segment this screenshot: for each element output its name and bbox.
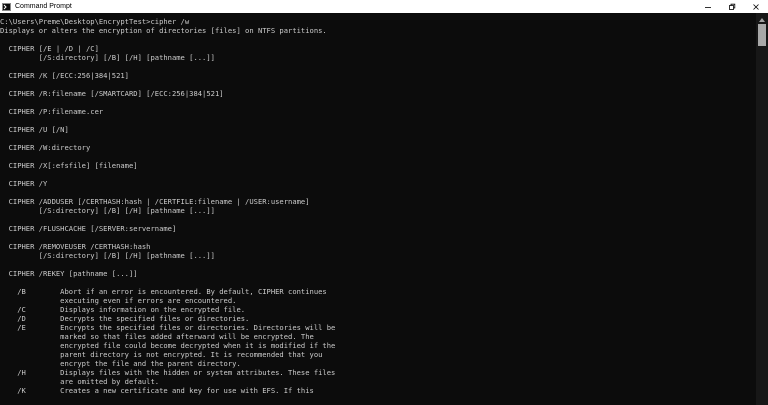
console-line: CIPHER /Y [0, 179, 48, 188]
console-line: parent directory is not encrypted. It is… [0, 350, 323, 359]
close-icon [753, 3, 759, 10]
console-line: CIPHER /U [/N] [0, 125, 69, 134]
scroll-thumb[interactable] [758, 24, 766, 46]
maximize-icon [729, 3, 736, 10]
console-line: /D Decrypts the specified files or direc… [0, 314, 250, 323]
console-line: Displays or alters the encryption of dir… [0, 26, 327, 35]
console-line: /E Encrypts the specified files or direc… [0, 323, 336, 332]
console-line: /B Abort if an error is encountered. By … [0, 287, 327, 296]
vertical-scrollbar[interactable] [756, 13, 768, 405]
title-bar[interactable]: Command Prompt [0, 0, 768, 13]
console-line: CIPHER /R:filename [/SMARTCARD] [/ECC:25… [0, 89, 224, 98]
minimize-icon [705, 6, 711, 8]
console-line: [/S:directory] [/B] [/H] [pathname [...]… [0, 251, 215, 260]
console-line: CIPHER /REMOVEUSER /CERTHASH:hash [0, 242, 151, 251]
console-output[interactable]: C:\Users\Preme\Desktop\EncryptTest>ciphe… [0, 17, 756, 405]
console-line: CIPHER /ADDUSER [/CERTHASH:hash | /CERTF… [0, 197, 310, 206]
console-line: C:\Users\Preme\Desktop\EncryptTest>ciphe… [0, 17, 190, 26]
scroll-up-icon[interactable] [759, 18, 765, 22]
command-prompt-window: Command Prompt C:\Users\Preme\Desktop\En… [0, 0, 768, 405]
console-line: /C Displays information on the encrypted… [0, 305, 246, 314]
console-line: CIPHER /K [/ECC:256|384|521] [0, 71, 129, 80]
console-line: /K Creates a new certificate and key for… [0, 386, 314, 395]
console-line: CIPHER /X[:efsfile] [filename] [0, 161, 138, 170]
caption-buttons [696, 0, 768, 13]
console-line: executing even if errors are encountered… [0, 296, 237, 305]
console-line: CIPHER /REKEY [pathname [...]] [0, 269, 138, 278]
console-line: CIPHER /W:directory [0, 143, 91, 152]
maximize-button[interactable] [720, 0, 744, 13]
console-line: encrypted file could become decrypted wh… [0, 341, 336, 350]
console-line: /H Displays files with the hidden or sys… [0, 368, 336, 377]
console-line: [/S:directory] [/B] [/H] [pathname [...]… [0, 206, 215, 215]
minimize-button[interactable] [696, 0, 720, 13]
console-line: CIPHER [/E | /D | /C] [0, 44, 99, 53]
close-button[interactable] [744, 0, 768, 13]
terminal-icon [2, 2, 11, 11]
console-line: CIPHER /P:filename.cer [0, 107, 104, 116]
console-line: marked so that files added afterward wil… [0, 332, 314, 341]
console-line: are omitted by default. [0, 377, 160, 386]
console-line: encrypt the file and the parent director… [0, 359, 241, 368]
window-title: Command Prompt [15, 3, 72, 10]
console-line: [/S:directory] [/B] [/H] [pathname [...]… [0, 53, 215, 62]
console-line: CIPHER /FLUSHCACHE [/SERVER:servername] [0, 224, 177, 233]
